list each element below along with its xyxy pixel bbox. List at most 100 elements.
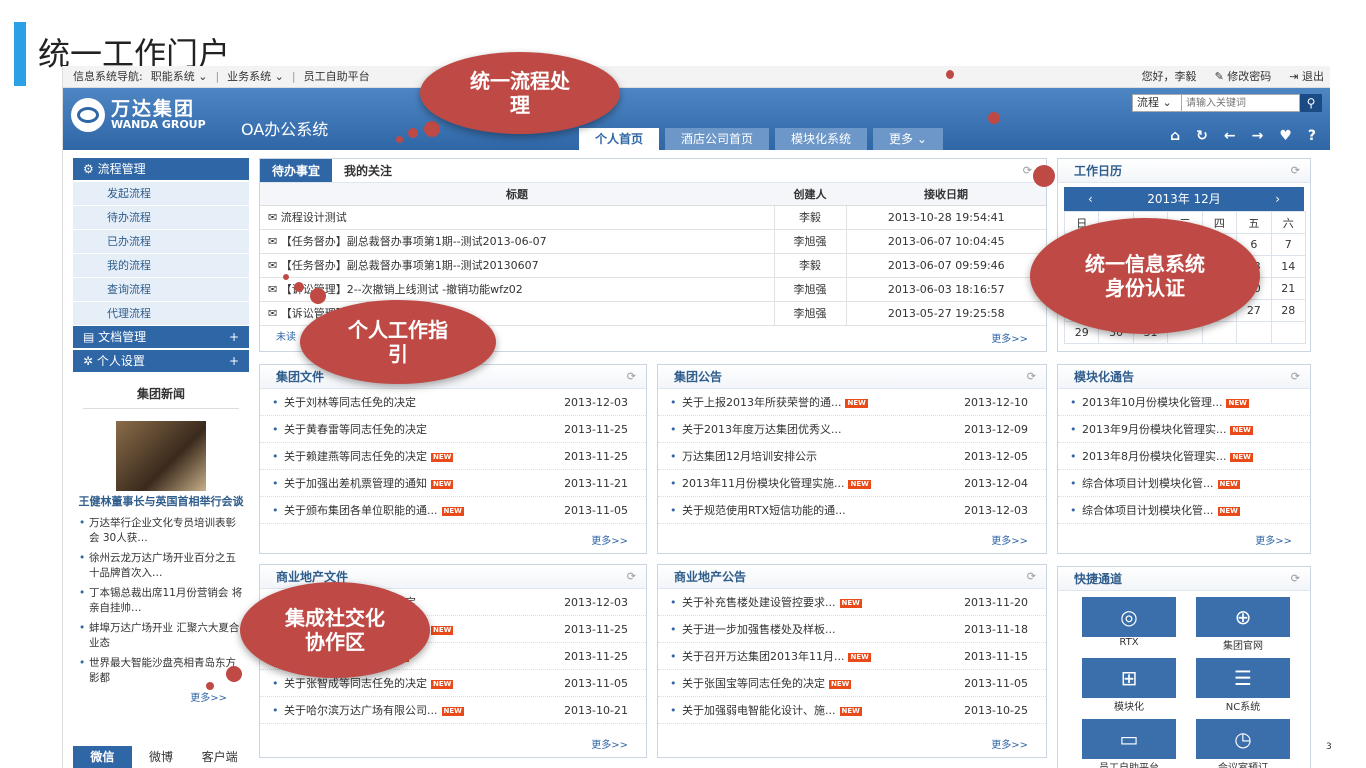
help-icon[interactable]: ?	[1308, 128, 1316, 144]
news-photo[interactable]	[116, 421, 206, 491]
favorite-icon[interactable]: ♥	[1279, 128, 1292, 144]
tab-client[interactable]: 客户端	[190, 746, 249, 768]
next-month-icon[interactable]: ›	[1275, 187, 1280, 211]
panel-more-link[interactable]: 更多>>	[591, 736, 628, 751]
news-item[interactable]: 蚌埠万达广场开业 汇聚六大夏合业态	[73, 619, 249, 654]
list-item[interactable]: 2013年8月份模块化管理实... NEW	[1058, 443, 1310, 470]
quick-modular[interactable]: ⊞ 模块化	[1082, 658, 1176, 713]
wanda-logo[interactable]: 万达集团 WANDA GROUP	[71, 98, 206, 132]
logout-link[interactable]: ⇥ 退出	[1289, 66, 1324, 88]
sidebar-item-proxy[interactable]: 代理流程	[73, 302, 249, 326]
list-item[interactable]: 关于2013年度万达集团优秀义... 2013-12-09	[658, 416, 1046, 443]
list-item-title[interactable]: 关于进一步加强售楼处及样板...	[682, 623, 836, 636]
tab-more[interactable]: 更多 ⌄	[873, 128, 943, 150]
refresh-icon[interactable]: ⟳	[1291, 159, 1300, 183]
list-item[interactable]: 关于颁布集团各单位职能的通...NEW 2013-11-05	[260, 497, 646, 524]
back-icon[interactable]: ←	[1224, 128, 1236, 144]
refresh-icon[interactable]: ↻	[1196, 128, 1208, 144]
refresh-icon[interactable]: ⟳	[1027, 365, 1036, 389]
list-item-title[interactable]: 2013年11月份模块化管理实施...	[682, 477, 844, 490]
calendar-day[interactable]: 7	[1270, 233, 1307, 256]
quick-self-service[interactable]: ▭员工自助平台	[1082, 719, 1176, 768]
nav-item-business[interactable]: 业务系统 ⌄	[227, 66, 284, 88]
list-item[interactable]: 关于上报2013年所获荣誉的通... NEW 2013-12-10	[658, 389, 1046, 416]
panel-more-link[interactable]: 更多>>	[991, 736, 1028, 751]
nav-item-self-service[interactable]: 员工自助平台	[304, 66, 370, 88]
table-row[interactable]: ✉ 【任务督办】副总裁督办事项第1期--测试20130607 李毅 2013-06-…	[260, 253, 1046, 278]
list-item[interactable]: 2013年9月份模块化管理实... NEW	[1058, 416, 1310, 443]
list-item[interactable]: 关于规范使用RTX短信功能的通... 2013-12-03	[658, 497, 1046, 524]
list-item-title[interactable]: 关于规范使用RTX短信功能的通...	[682, 504, 846, 517]
search-scope-select[interactable]: 流程 ⌄	[1132, 94, 1182, 112]
list-item-title[interactable]: 关于黄春雷等同志任免的决定	[284, 423, 427, 436]
news-item[interactable]: 丁本锡总裁出席11月份营销会 将亲自挂帅…	[73, 584, 249, 619]
news-item[interactable]: 徐州云龙万达广场开业百分之五十品牌首次入…	[73, 549, 249, 584]
news-item[interactable]: 万达举行企业文化专员培训表彰会 30人获…	[73, 514, 249, 549]
table-row[interactable]: ✉ 流程设计测试 李毅 2013-10-28 19:54:41	[260, 205, 1046, 230]
news-more-link[interactable]: 更多>>	[73, 689, 249, 704]
tab-personal-home[interactable]: 个人首页	[579, 128, 660, 150]
list-item[interactable]: 关于张国宝等同志任免的决定 NEW 2013-11-05	[658, 670, 1046, 697]
panel-more-link[interactable]: 更多>>	[1255, 532, 1292, 547]
refresh-icon[interactable]: ⟳	[1291, 567, 1300, 591]
sidebar-item-done[interactable]: 已办流程	[73, 230, 249, 254]
panel-more-link[interactable]: 更多>>	[991, 532, 1028, 547]
list-item[interactable]: 关于哈尔滨万达广场有限公司...NEW 2013-10-21	[260, 697, 646, 724]
unread-link[interactable]: 未读	[276, 328, 296, 343]
sidebar-settings-header[interactable]: ✲ 个人设置 +	[73, 350, 249, 372]
list-item[interactable]: 关于加强出差机票管理的通知 NEW 2013-11-21	[260, 470, 646, 497]
tab-todo[interactable]: 待办事宜	[260, 159, 333, 182]
refresh-icon[interactable]: ⟳	[1027, 565, 1036, 589]
todo-more-link[interactable]: 更多>>	[991, 330, 1028, 345]
sidebar-item-pending[interactable]: 待办流程	[73, 206, 249, 230]
list-item[interactable]: 关于黄春雷等同志任免的决定 2013-11-25	[260, 416, 646, 443]
list-item-title[interactable]: 关于补充售楼处建设管控要求...	[682, 596, 836, 609]
list-item-title[interactable]: 2013年8月份模块化管理实...	[1082, 450, 1226, 463]
list-item-title[interactable]: 关于2013年度万达集团优秀义...	[682, 423, 841, 436]
sidebar-item-query[interactable]: 查询流程	[73, 278, 249, 302]
table-row[interactable]: ✉ 【诉讼管理】2--次撤销上线测试 -撤销功能wfz02 李旭强 2013-06-…	[260, 277, 1046, 302]
refresh-icon[interactable]: ⟳	[1023, 159, 1032, 183]
prev-month-icon[interactable]: ‹	[1088, 187, 1093, 211]
list-item-title[interactable]: 万达集团12月培训安排公示	[682, 450, 817, 463]
list-item-title[interactable]: 关于颁布集团各单位职能的通...	[284, 504, 438, 517]
tab-hotel-home[interactable]: 酒店公司首页	[665, 128, 770, 150]
list-item-title[interactable]: 2013年10月份模块化管理...	[1082, 396, 1222, 409]
list-item[interactable]: 关于加强弱电智能化设计、施...NEW 2013-10-25	[658, 697, 1046, 724]
news-item[interactable]: 世界最大智能沙盘亮相青岛东方影都	[73, 654, 249, 689]
table-row[interactable]: ✉ 【任务督办】副总裁督办事项第1期--测试2013-06-07 李旭强 2013-…	[260, 229, 1046, 254]
list-item[interactable]: 综合体项目计划模块化管...NEW	[1058, 497, 1310, 524]
list-item-title[interactable]: 关于赖建燕等同志任免的决定	[284, 450, 427, 463]
refresh-icon[interactable]: ⟳	[627, 565, 636, 589]
refresh-icon[interactable]: ⟳	[1291, 365, 1300, 389]
tab-modular-system[interactable]: 模块化系统	[775, 128, 868, 150]
quick-rtx[interactable]: ◎ RTX	[1082, 597, 1176, 652]
list-item-title[interactable]: 综合体项目计划模块化管...	[1082, 504, 1214, 517]
sidebar-item-mine[interactable]: 我的流程	[73, 254, 249, 278]
list-item-title[interactable]: 关于上报2013年所获荣誉的通...	[682, 396, 841, 409]
home-icon[interactable]: ⌂	[1170, 128, 1180, 144]
sidebar-docs-header[interactable]: ▤ 文档管理 +	[73, 326, 249, 348]
tab-weibo[interactable]: 微博	[132, 746, 191, 768]
nav-item-functional[interactable]: 职能系统 ⌄	[151, 66, 208, 88]
calendar-day[interactable]: 28	[1270, 299, 1307, 322]
calendar-day[interactable]: 21	[1270, 277, 1307, 300]
list-item[interactable]: 2013年10月份模块化管理... NEW	[1058, 389, 1310, 416]
list-item[interactable]: 关于赖建燕等同志任免的决定 NEW 2013-11-25	[260, 443, 646, 470]
list-item-title[interactable]: 关于加强弱电智能化设计、施...	[682, 704, 836, 717]
list-item[interactable]: 关于进一步加强售楼处及样板... 2013-11-18	[658, 616, 1046, 643]
list-item-title[interactable]: 2013年9月份模块化管理实...	[1082, 423, 1226, 436]
list-item[interactable]: 万达集团12月培训安排公示 2013-12-05	[658, 443, 1046, 470]
calendar-day[interactable]: 14	[1270, 255, 1307, 278]
list-item[interactable]: 关于刘林等同志任免的决定 2013-12-03	[260, 389, 646, 416]
quick-nc[interactable]: ☰ NC系统	[1196, 658, 1290, 713]
sidebar-process-header[interactable]: ⚙ 流程管理	[73, 158, 249, 180]
list-item-title[interactable]: 关于刘林等同志任免的决定	[284, 396, 416, 409]
list-item-title[interactable]: 关于加强出差机票管理的通知	[284, 477, 427, 490]
news-caption[interactable]: 王健林董事长与英国首相举行会谈	[73, 495, 249, 508]
list-item-title[interactable]: 关于召开万达集团2013年11月...	[682, 650, 844, 663]
list-item-title[interactable]: 综合体项目计划模块化管...	[1082, 477, 1214, 490]
list-item[interactable]: 关于补充售楼处建设管控要求...NEW 2013-11-20	[658, 589, 1046, 616]
search-input[interactable]	[1182, 94, 1300, 112]
panel-more-link[interactable]: 更多>>	[591, 532, 628, 547]
